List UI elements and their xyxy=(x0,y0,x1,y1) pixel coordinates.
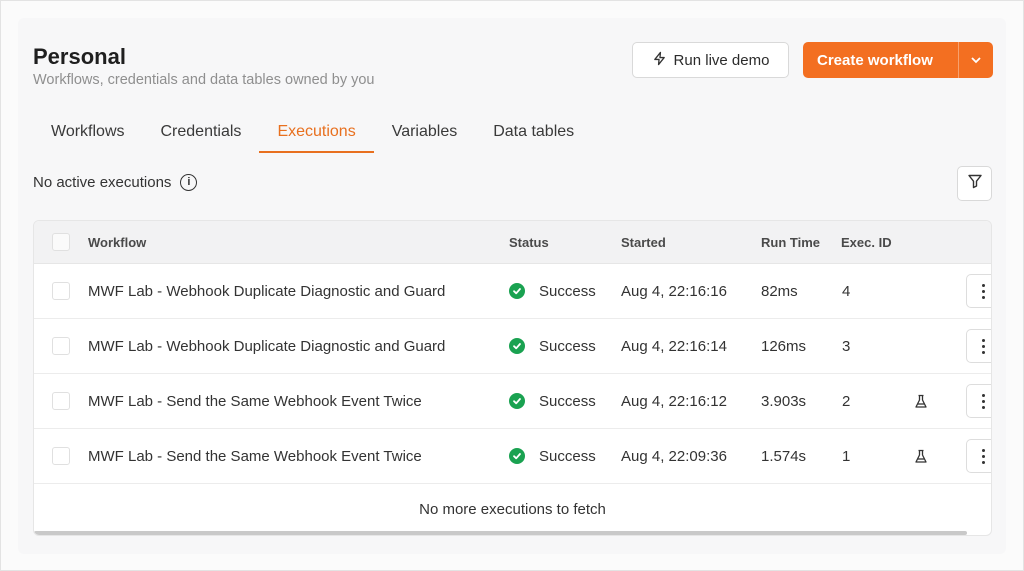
row-workflow-name[interactable]: MWF Lab - Webhook Duplicate Diagnostic a… xyxy=(88,319,445,373)
row-actions-button[interactable] xyxy=(966,274,991,308)
section-tabs: Workflows Credentials Executions Variabl… xyxy=(33,112,592,153)
tab-credentials[interactable]: Credentials xyxy=(143,112,260,152)
more-vertical-icon xyxy=(981,392,985,410)
horizontal-scrollbar[interactable] xyxy=(34,531,967,535)
row-status: Success xyxy=(509,374,596,428)
active-executions-status: No active executions i xyxy=(33,174,198,191)
row-actions-button[interactable] xyxy=(966,384,991,418)
page-title: Personal xyxy=(33,44,126,69)
check-circle-icon xyxy=(509,393,525,409)
table-header: Workflow Status Started Run Time Exec. I… xyxy=(34,221,991,264)
run-live-demo-label: Run live demo xyxy=(673,51,770,69)
table-row[interactable]: MWF Lab - Webhook Duplicate Diagnostic a… xyxy=(34,264,991,319)
row-actions-button[interactable] xyxy=(966,329,991,363)
row-started: Aug 4, 22:09:36 xyxy=(621,447,727,465)
row-started: Aug 4, 22:16:12 xyxy=(621,392,727,410)
more-vertical-icon xyxy=(981,447,985,465)
row-checkbox[interactable] xyxy=(52,337,70,355)
row-actions-button[interactable] xyxy=(966,439,991,473)
create-workflow-label: Create workflow xyxy=(817,51,933,69)
create-workflow-button[interactable]: Create workflow xyxy=(803,42,993,78)
row-checkbox[interactable] xyxy=(52,282,70,300)
row-exec-id: 3 xyxy=(842,337,851,355)
table-row[interactable]: MWF Lab - Send the Same Webhook Event Tw… xyxy=(34,429,991,484)
row-workflow-name[interactable]: MWF Lab - Send the Same Webhook Event Tw… xyxy=(88,429,422,483)
info-icon[interactable]: i xyxy=(180,174,198,191)
row-workflow-name[interactable]: MWF Lab - Webhook Duplicate Diagnostic a… xyxy=(88,264,445,318)
column-run-time[interactable]: Run Time xyxy=(761,221,820,263)
page-subtitle: Workflows, credentials and data tables o… xyxy=(33,72,375,88)
row-started: Aug 4, 22:16:14 xyxy=(621,337,727,355)
row-exec-id: 2 xyxy=(842,392,851,410)
chevron-down-icon[interactable] xyxy=(959,56,993,64)
tab-data-tables[interactable]: Data tables xyxy=(475,112,592,152)
table-row[interactable]: MWF Lab - Webhook Duplicate Diagnostic a… xyxy=(34,319,991,374)
filter-icon xyxy=(967,173,983,194)
tab-variables[interactable]: Variables xyxy=(374,112,476,152)
row-status-label: Success xyxy=(539,282,596,300)
more-vertical-icon xyxy=(981,282,985,300)
table-row[interactable]: MWF Lab - Send the Same Webhook Event Tw… xyxy=(34,374,991,429)
active-executions-text: No active executions xyxy=(33,174,172,191)
column-status[interactable]: Status xyxy=(509,221,549,263)
filter-button[interactable] xyxy=(957,166,992,201)
row-run-time: 126ms xyxy=(761,337,807,355)
row-workflow-name[interactable]: MWF Lab - Send the Same Webhook Event Tw… xyxy=(88,374,422,428)
row-checkbox[interactable] xyxy=(52,392,70,410)
row-status: Success xyxy=(509,264,596,318)
tab-executions[interactable]: Executions xyxy=(259,112,374,153)
row-run-time: 3.903s xyxy=(761,392,807,410)
select-all-checkbox[interactable] xyxy=(52,233,70,251)
row-status: Success xyxy=(509,429,596,483)
row-run-time: 1.574s xyxy=(761,447,807,465)
row-checkbox[interactable] xyxy=(52,447,70,465)
column-started[interactable]: Started xyxy=(621,221,666,263)
check-circle-icon xyxy=(509,283,525,299)
no-more-executions-message: No more executions to fetch xyxy=(419,500,606,518)
row-started: Aug 4, 22:16:16 xyxy=(621,282,727,300)
column-workflow[interactable]: Workflow xyxy=(88,221,146,263)
row-exec-id: 4 xyxy=(842,282,851,300)
row-status-label: Success xyxy=(539,447,596,465)
column-exec-id[interactable]: Exec. ID xyxy=(841,221,892,263)
run-live-demo-button[interactable]: Run live demo xyxy=(632,42,789,78)
tab-workflows[interactable]: Workflows xyxy=(33,112,143,152)
row-run-time: 82ms xyxy=(761,282,798,300)
check-circle-icon xyxy=(509,448,525,464)
flask-icon xyxy=(914,374,928,428)
executions-table: Workflow Status Started Run Time Exec. I… xyxy=(33,220,992,536)
row-status-label: Success xyxy=(539,337,596,355)
more-vertical-icon xyxy=(981,337,985,355)
lightning-icon xyxy=(652,51,667,70)
row-status: Success xyxy=(509,319,596,373)
row-exec-id: 1 xyxy=(842,447,851,465)
row-status-label: Success xyxy=(539,392,596,410)
check-circle-icon xyxy=(509,338,525,354)
flask-icon xyxy=(914,429,928,483)
